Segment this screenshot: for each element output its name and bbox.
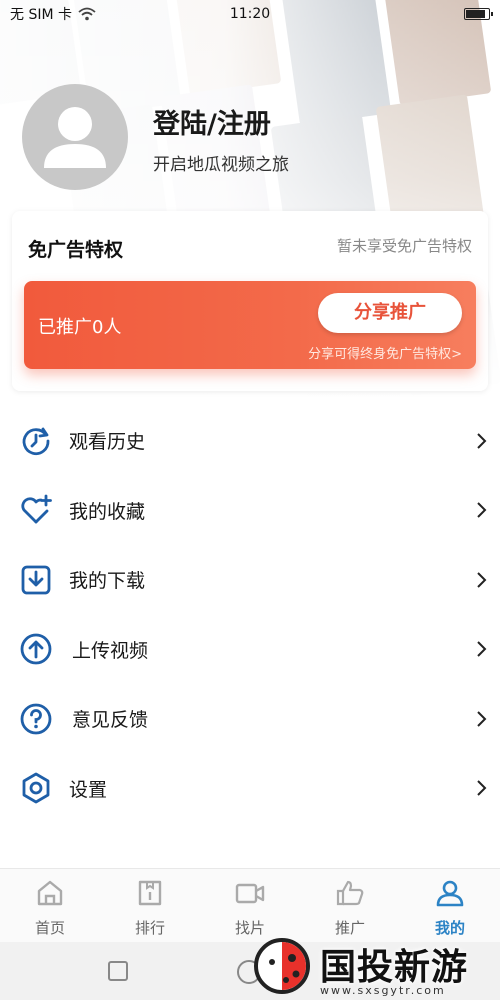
menu-item-history[interactable]: 观看历史 <box>0 406 500 476</box>
ranking-icon <box>138 880 162 906</box>
menu-item-settings[interactable]: 设置 <box>0 754 500 824</box>
login-register-link[interactable]: 登陆/注册 <box>153 102 271 141</box>
menu-label: 观看历史 <box>69 431 146 454</box>
user-avatar-icon[interactable] <box>22 84 128 190</box>
watermark-url: www.sxsgytr.com <box>320 984 446 997</box>
promoted-count: 已推广0人 <box>38 317 122 338</box>
chevron-right-icon <box>477 572 487 588</box>
tab-label: 排行 <box>134 919 165 937</box>
upload-icon <box>20 633 52 665</box>
profile-subtitle: 开启地瓜视频之旅 <box>153 155 289 175</box>
download-icon <box>21 565 51 595</box>
history-icon <box>22 427 50 455</box>
menu-label: 设置 <box>69 778 108 801</box>
privilege-title: 免广告特权 <box>28 239 124 261</box>
watermark: 国投新游网 www.sxsgytr.com <box>250 928 500 1000</box>
home-icon <box>37 880 63 906</box>
menu-item-upload[interactable]: 上传视频 <box>0 615 500 685</box>
chevron-right-icon <box>477 433 487 449</box>
thumbs-up-icon <box>336 880 364 906</box>
menu-label: 我的收藏 <box>69 500 146 523</box>
heart-plus-icon <box>21 494 52 524</box>
carrier-text: 无 SIM 卡 <box>10 7 72 23</box>
help-icon <box>20 703 52 735</box>
menu-item-downloads[interactable]: 我的下载 <box>0 545 500 615</box>
tab-ranking[interactable]: 排行 <box>100 869 200 942</box>
ladybug-logo-icon <box>254 938 310 994</box>
menu-list: 观看历史 我的收藏 我的下载 上传视频 意见反馈 设置 <box>0 406 500 823</box>
share-privilege-link[interactable]: 分享可得终身免广告特权> <box>308 343 462 362</box>
menu-label: 意见反馈 <box>72 709 149 732</box>
chevron-right-icon <box>477 780 487 796</box>
profile-icon <box>436 880 464 907</box>
clock-time: 11:20 <box>229 6 271 22</box>
tab-home[interactable]: 首页 <box>0 869 100 942</box>
recent-apps-button[interactable] <box>108 961 128 981</box>
chevron-right-icon <box>477 641 487 657</box>
tab-label: 首页 <box>34 919 65 937</box>
menu-label: 我的下载 <box>69 570 146 593</box>
chevron-right-icon <box>477 711 487 727</box>
promotion-banner: 已推广0人 分享推广 分享可得终身免广告特权> <box>24 281 476 369</box>
menu-item-favorites[interactable]: 我的收藏 <box>0 476 500 546</box>
wifi-icon <box>78 7 96 21</box>
video-camera-icon <box>235 883 265 904</box>
settings-icon <box>22 772 50 804</box>
battery-icon <box>464 8 493 20</box>
share-promote-button[interactable]: 分享推广 <box>318 293 462 333</box>
ad-free-privilege-card: 免广告特权 暂未享受免广告特权 已推广0人 分享推广 分享可得终身免广告特权> <box>12 211 488 391</box>
status-bar: 无 SIM 卡 11:20 <box>0 0 500 28</box>
menu-label: 上传视频 <box>72 639 149 662</box>
privilege-status: 暂未享受免广告特权 <box>336 237 472 255</box>
menu-item-feedback[interactable]: 意见反馈 <box>0 684 500 754</box>
chevron-right-icon <box>477 502 487 518</box>
